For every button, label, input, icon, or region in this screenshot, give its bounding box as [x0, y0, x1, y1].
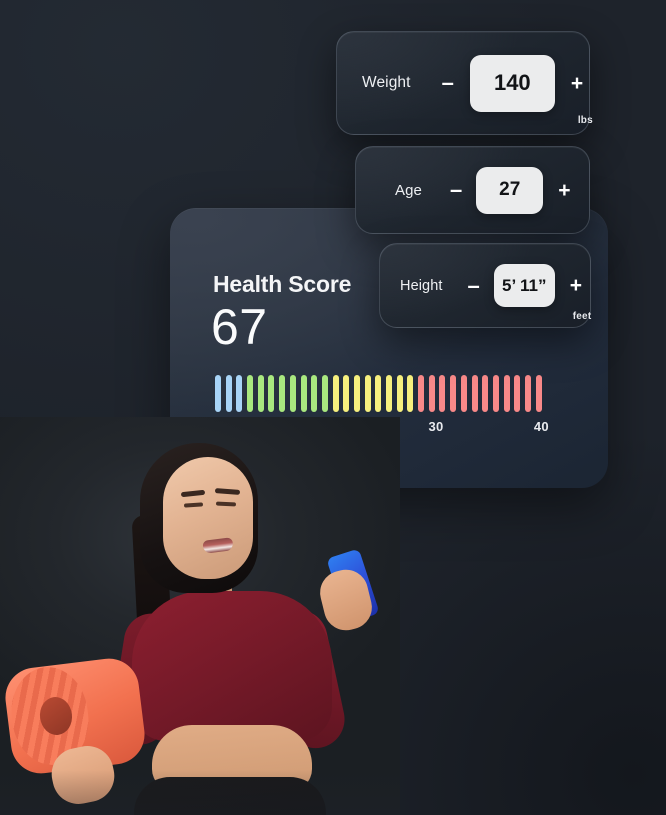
stepper-card-age: Age – 27 +: [355, 146, 590, 234]
page-title: Health Score: [213, 271, 352, 297]
photo-neck: [190, 555, 232, 611]
stepper-card-weight: Weight – 140 lbs +: [336, 31, 593, 135]
stepper-card-height: Height – 5’ 11” feet +: [379, 243, 591, 328]
photo-mouth: [202, 537, 234, 554]
gauge-bar: [492, 375, 499, 412]
gauge-bar: [353, 375, 360, 412]
age-value-field[interactable]: 27: [476, 166, 544, 214]
photo-leggings: [134, 777, 326, 815]
age-increment-button[interactable]: +: [558, 180, 570, 201]
photo-yoga-mat: [2, 655, 148, 777]
gauge-bar: [503, 375, 510, 412]
gauge-tick-label: 30: [428, 419, 444, 434]
gauge-bar: [524, 375, 531, 412]
height-decrement-button[interactable]: –: [468, 274, 480, 297]
gauge-bar: [289, 375, 296, 412]
health-score-gauge: 25 30 40: [215, 375, 555, 441]
gauge-bar: [482, 375, 489, 412]
gauge-bar: [407, 375, 414, 412]
gauge-bar: [236, 375, 243, 412]
gauge-bar: [375, 375, 382, 412]
gauge-bar: [311, 375, 318, 412]
gauge-bar: [225, 375, 232, 412]
gauge-bar: [535, 375, 542, 412]
height-value-field[interactable]: 5’ 11”: [493, 264, 555, 307]
gauge-bar: [514, 375, 521, 412]
photo-midriff: [152, 725, 312, 791]
gauge-bar: [268, 375, 275, 412]
photo-eyebrow-left: [180, 489, 206, 498]
stepper-label-height: Height: [400, 277, 443, 294]
photo-crop-top: [132, 591, 332, 741]
weight-unit-label: lbs: [577, 114, 593, 126]
gauge-bar: [418, 375, 425, 412]
gauge-bar: [321, 375, 328, 412]
height-increment-button[interactable]: +: [570, 275, 582, 296]
height-unit-label: feet: [572, 311, 592, 322]
photo-eye-right: [215, 501, 237, 507]
weight-decrement-button[interactable]: –: [442, 72, 454, 94]
photo-bottom-fade: [0, 770, 400, 815]
height-value-wrap: 5’ 11” feet: [493, 264, 591, 322]
stepper-label-weight: Weight: [362, 74, 411, 91]
photo-eyebrow-right: [214, 488, 241, 495]
gauge-bar: [279, 375, 286, 412]
weight-value-field[interactable]: 140: [469, 54, 555, 112]
gauge-tick-label: 40: [533, 419, 549, 434]
gauge-bar: [439, 375, 446, 412]
weight-increment-button[interactable]: +: [571, 73, 583, 94]
gauge-bar: [343, 375, 350, 412]
gauge-bar: [364, 375, 371, 412]
gauge-bar: [215, 375, 221, 412]
photo-left-arm: [108, 609, 184, 749]
gauge-bar: [471, 375, 478, 412]
gauge-bar: [428, 375, 435, 412]
weight-value-wrap: 140 lbs: [469, 54, 593, 126]
health-score-value: 67: [211, 299, 268, 355]
gauge-bar: [247, 375, 254, 412]
gauge-bar: [450, 375, 457, 412]
photo-yoga-mat-end: [6, 662, 94, 770]
gauge-bar: [300, 375, 307, 412]
gauge-tick-label: 25: [333, 419, 349, 434]
stepper-label-age: Age: [395, 181, 422, 199]
gauge-bar: [396, 375, 403, 412]
photo-hand-holding-mat: [46, 741, 120, 809]
age-value-wrap: 27: [476, 166, 544, 214]
gauge-bar: [257, 375, 264, 412]
photo-yoga-mat-core: [37, 695, 75, 737]
photo-eye-left: [183, 502, 204, 508]
gauge-bar: [332, 375, 339, 412]
gauge-tick-labels: 25 30 40: [215, 419, 555, 439]
photo-hair-ponytail: [131, 514, 177, 726]
gauge-bar-track: [215, 375, 555, 412]
age-decrement-button[interactable]: –: [450, 179, 462, 201]
gauge-bar: [460, 375, 467, 412]
gauge-bar: [386, 375, 392, 412]
